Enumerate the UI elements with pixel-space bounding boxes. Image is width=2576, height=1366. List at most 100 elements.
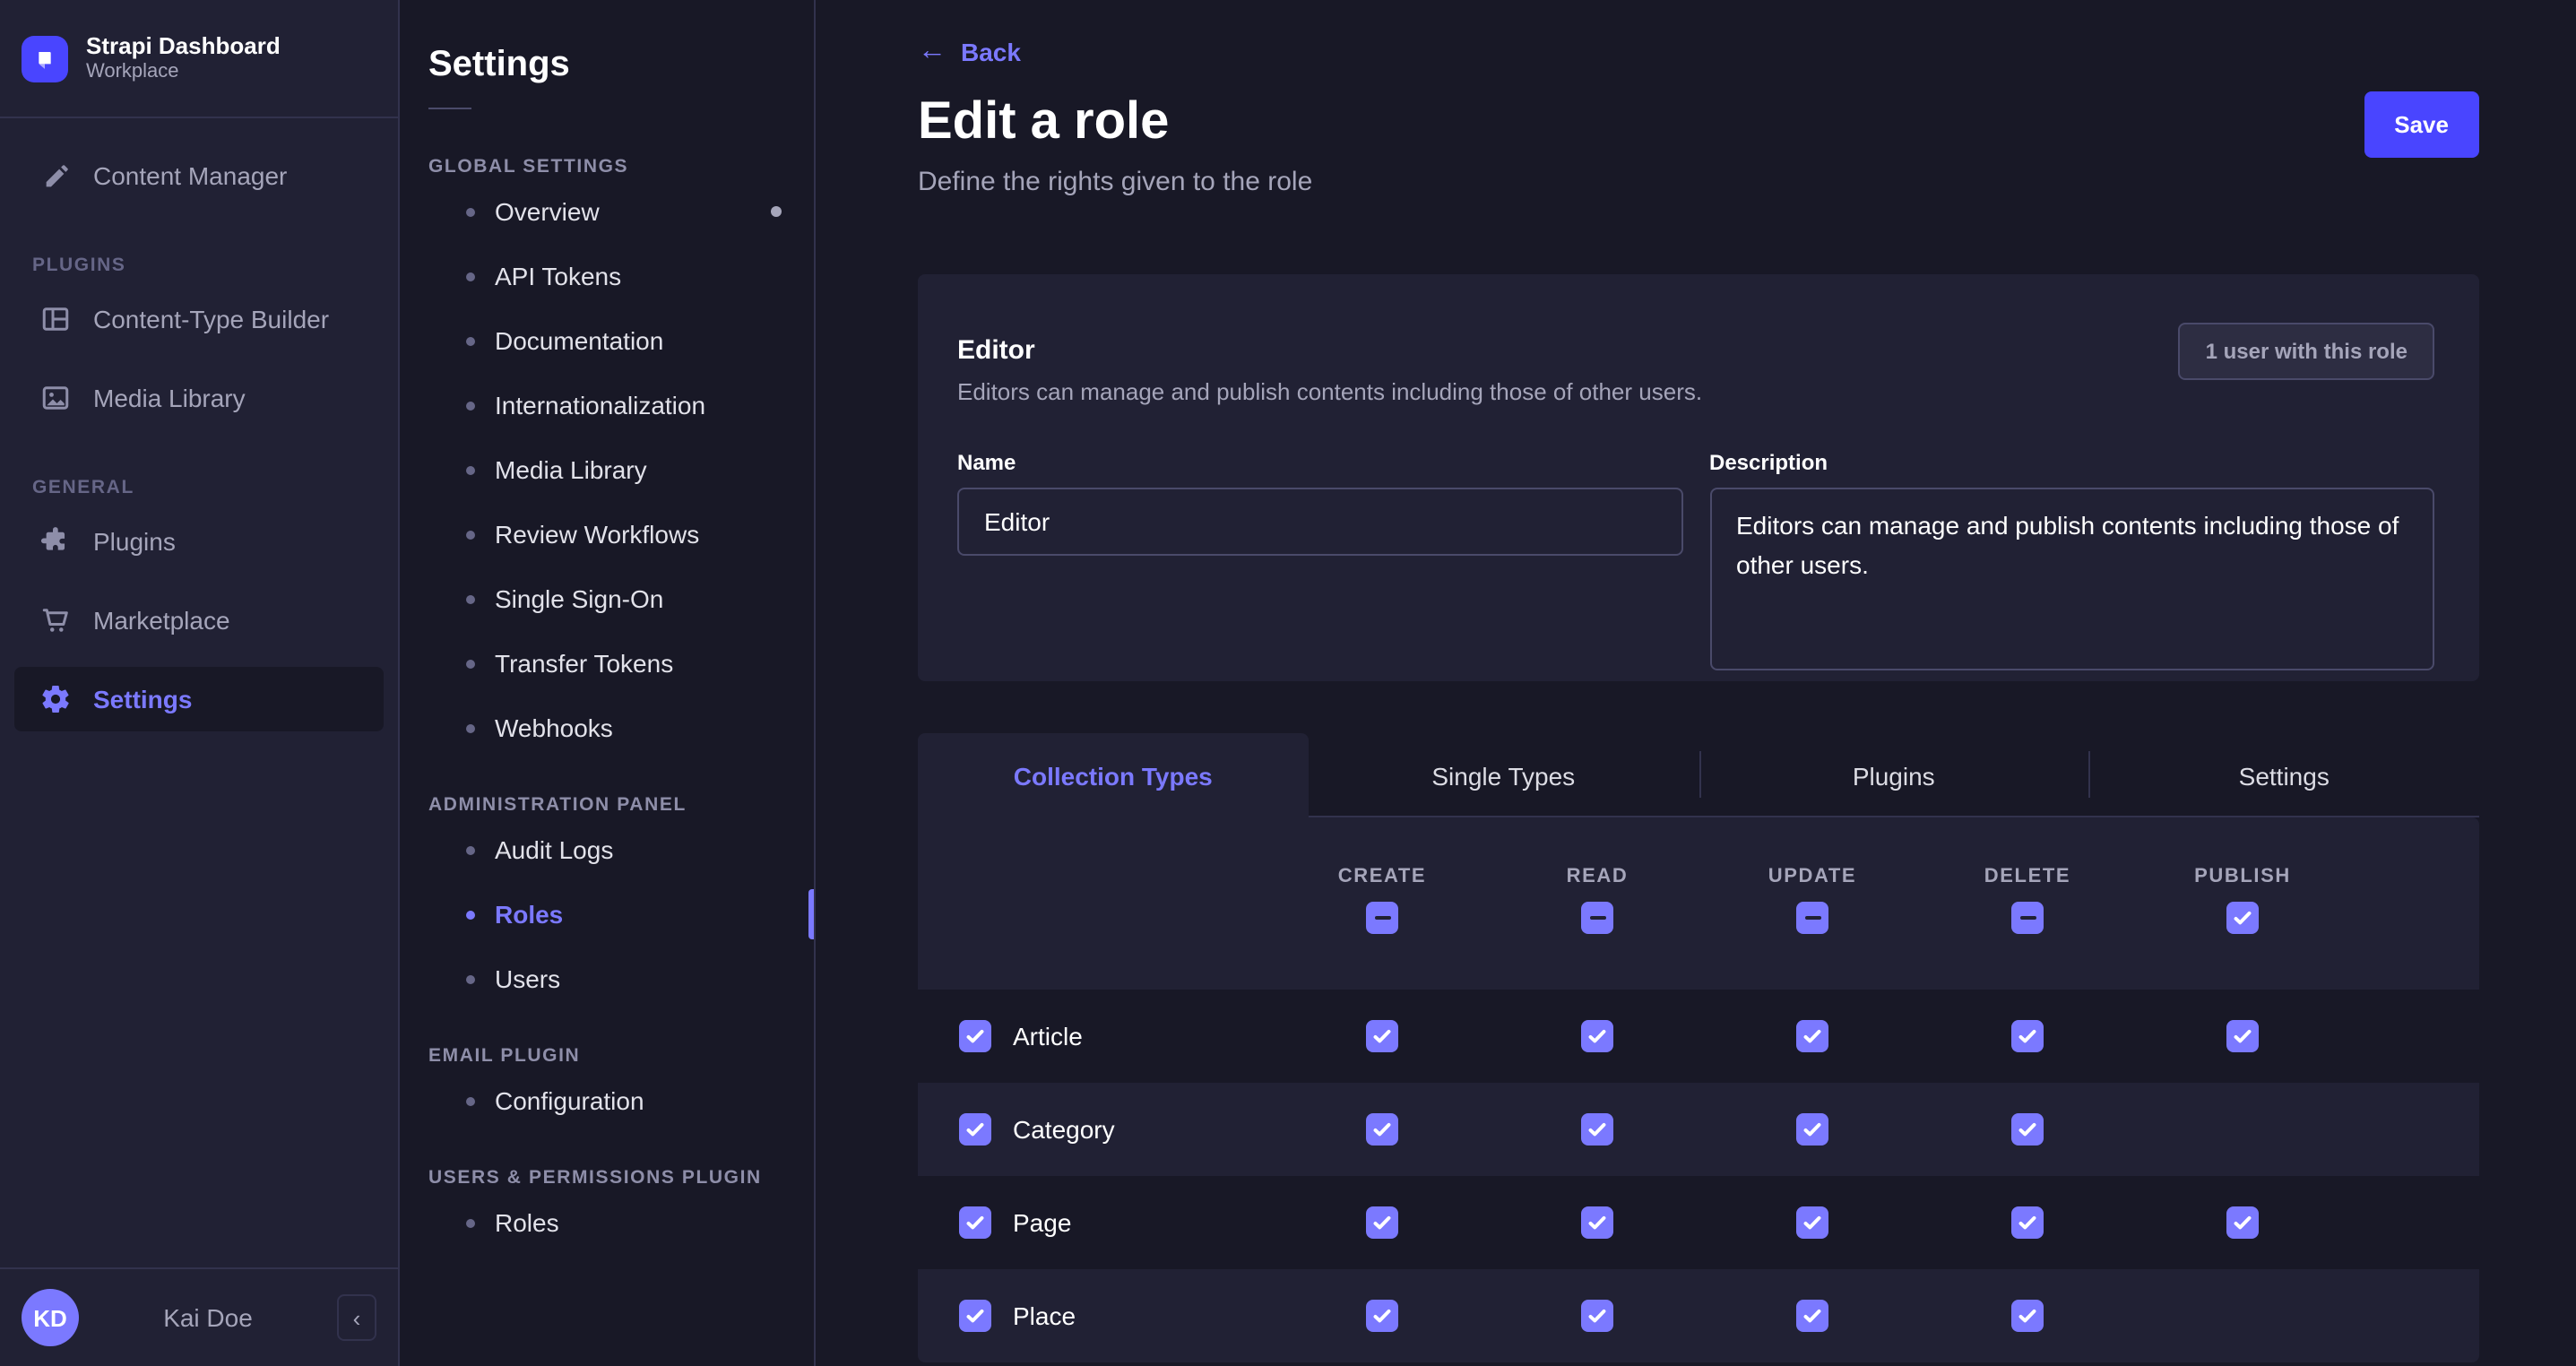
row-label: Page: [1013, 1208, 1071, 1237]
bullet-icon: [466, 910, 475, 919]
settings-item-media-library[interactable]: Media Library: [400, 437, 814, 502]
settings-item-webhooks[interactable]: Webhooks: [400, 696, 814, 760]
settings-item-users[interactable]: Users: [400, 947, 814, 1011]
check-icon: [1586, 1212, 1608, 1233]
row-checkbox-category[interactable]: [959, 1113, 991, 1146]
settings-sidebar-title: Settings: [428, 43, 785, 86]
table-row: Article: [918, 990, 2479, 1083]
checkbox-article-publish[interactable]: [2226, 1020, 2259, 1052]
checkbox-empty: [2226, 1300, 2259, 1332]
checkbox-place-update[interactable]: [1796, 1300, 1828, 1332]
settings-item-configuration[interactable]: Configuration: [400, 1068, 814, 1133]
column-checkbox-delete[interactable]: [2011, 902, 2044, 934]
column-checkbox-publish[interactable]: [2226, 902, 2259, 934]
settings-item-roles[interactable]: Roles: [400, 882, 814, 947]
check-icon: [2232, 907, 2253, 929]
check-icon: [1802, 1305, 1823, 1327]
checkbox-page-update[interactable]: [1796, 1206, 1828, 1239]
column-checkbox-read[interactable]: [1581, 902, 1613, 934]
permission-cell: [1705, 1113, 1920, 1146]
save-button[interactable]: Save: [2364, 91, 2479, 158]
settings-item-label: Webhooks: [495, 713, 613, 742]
checkbox-place-read[interactable]: [1581, 1300, 1613, 1332]
bullet-icon: [466, 594, 475, 603]
check-icon: [964, 1119, 986, 1140]
checkbox-page-delete[interactable]: [2011, 1206, 2044, 1239]
tab-single-types[interactable]: Single Types: [1309, 733, 1699, 817]
checkbox-page-read[interactable]: [1581, 1206, 1613, 1239]
bullet-icon: [466, 530, 475, 539]
permission-cell: [2135, 1020, 2350, 1052]
settings-item-label: API Tokens: [495, 262, 621, 290]
settings-item-overview[interactable]: Overview: [400, 179, 814, 244]
checkbox-article-update[interactable]: [1796, 1020, 1828, 1052]
sidebar-item-media-library[interactable]: Media Library: [14, 366, 384, 430]
check-icon: [2232, 1212, 2253, 1233]
permissions-table-body: Article Category Page Place: [918, 990, 2479, 1362]
bullet-icon: [466, 336, 475, 345]
row-label-cell: Article: [918, 1020, 1275, 1052]
checkbox-article-delete[interactable]: [2011, 1020, 2044, 1052]
checkbox-place-create[interactable]: [1366, 1300, 1398, 1332]
column-checkbox-update[interactable]: [1796, 902, 1828, 934]
permissions-section: Collection TypesSingle TypesPluginsSetti…: [918, 733, 2479, 1362]
row-checkbox-page[interactable]: [959, 1206, 991, 1239]
user-name: Kai Doe: [79, 1303, 337, 1332]
settings-nav-section: EMAIL PLUGINConfiguration: [400, 1045, 814, 1133]
sidebar-item-settings[interactable]: Settings: [14, 667, 384, 731]
brand-subtitle: Workplace: [86, 61, 281, 86]
settings-item-label: Audit Logs: [495, 835, 613, 864]
row-checkbox-place[interactable]: [959, 1300, 991, 1332]
minus-icon: [1589, 916, 1605, 921]
sidebar-item-content-type-builder[interactable]: Content-Type Builder: [14, 287, 384, 351]
sidebar-item-content-manager[interactable]: Content Manager: [14, 143, 384, 208]
settings-nav-section: USERS & PERMISSIONS PLUGINRoles: [400, 1167, 814, 1255]
row-label-cell: Page: [918, 1206, 1275, 1239]
main-sidebar-footer: KD Kai Doe ‹: [0, 1267, 398, 1366]
settings-item-api-tokens[interactable]: API Tokens: [400, 244, 814, 308]
checkbox-article-read[interactable]: [1581, 1020, 1613, 1052]
settings-item-audit-logs[interactable]: Audit Logs: [400, 817, 814, 882]
column-header-update: UPDATE: [1705, 817, 1920, 990]
description-field[interactable]: Editors can manage and publish contents …: [1709, 488, 2434, 670]
checkbox-category-update[interactable]: [1796, 1113, 1828, 1146]
tab-plugins[interactable]: Plugins: [1699, 733, 2089, 817]
checkbox-place-delete[interactable]: [2011, 1300, 2044, 1332]
check-icon: [1586, 1119, 1608, 1140]
checkbox-category-create[interactable]: [1366, 1113, 1398, 1146]
settings-item-label: Documentation: [495, 326, 663, 355]
row-checkbox-article[interactable]: [959, 1020, 991, 1052]
settings-item-single-sign-on[interactable]: Single Sign-On: [400, 566, 814, 631]
sidebar-item-marketplace[interactable]: Marketplace: [14, 588, 384, 653]
tab-settings[interactable]: Settings: [2089, 733, 2480, 817]
name-field[interactable]: [957, 488, 1682, 556]
permission-cell: [2135, 1206, 2350, 1239]
settings-item-internationalization[interactable]: Internationalization: [400, 373, 814, 437]
permission-cell: [1920, 1020, 2135, 1052]
permission-cell: [1490, 1113, 1705, 1146]
column-checkbox-create[interactable]: [1366, 902, 1398, 934]
checkbox-page-publish[interactable]: [2226, 1206, 2259, 1239]
back-link[interactable]: ← Back: [918, 38, 1021, 66]
tab-collection-types[interactable]: Collection Types: [918, 733, 1309, 817]
settings-item-label: Single Sign-On: [495, 584, 663, 613]
checkbox-category-read[interactable]: [1581, 1113, 1613, 1146]
settings-item-roles[interactable]: Roles: [400, 1190, 814, 1255]
role-card-description: Editors can manage and publish contents …: [957, 378, 2434, 405]
settings-item-transfer-tokens[interactable]: Transfer Tokens: [400, 631, 814, 696]
permission-cell: [2135, 1300, 2350, 1332]
checkbox-category-delete[interactable]: [2011, 1113, 2044, 1146]
row-label-cell: Category: [918, 1113, 1275, 1146]
row-label-cell: Place: [918, 1300, 1275, 1332]
check-icon: [1371, 1025, 1393, 1047]
settings-item-review-workflows[interactable]: Review Workflows: [400, 502, 814, 566]
checkbox-article-create[interactable]: [1366, 1020, 1398, 1052]
permissions-tabs: Collection TypesSingle TypesPluginsSetti…: [918, 733, 2479, 817]
users-with-role-button[interactable]: 1 user with this role: [2179, 323, 2434, 380]
permission-cell: [1275, 1113, 1490, 1146]
cart-icon: [39, 604, 72, 636]
sidebar-item-plugins[interactable]: Plugins: [14, 509, 384, 574]
collapse-sidebar-button[interactable]: ‹: [337, 1294, 376, 1341]
checkbox-page-create[interactable]: [1366, 1206, 1398, 1239]
settings-item-documentation[interactable]: Documentation: [400, 308, 814, 373]
